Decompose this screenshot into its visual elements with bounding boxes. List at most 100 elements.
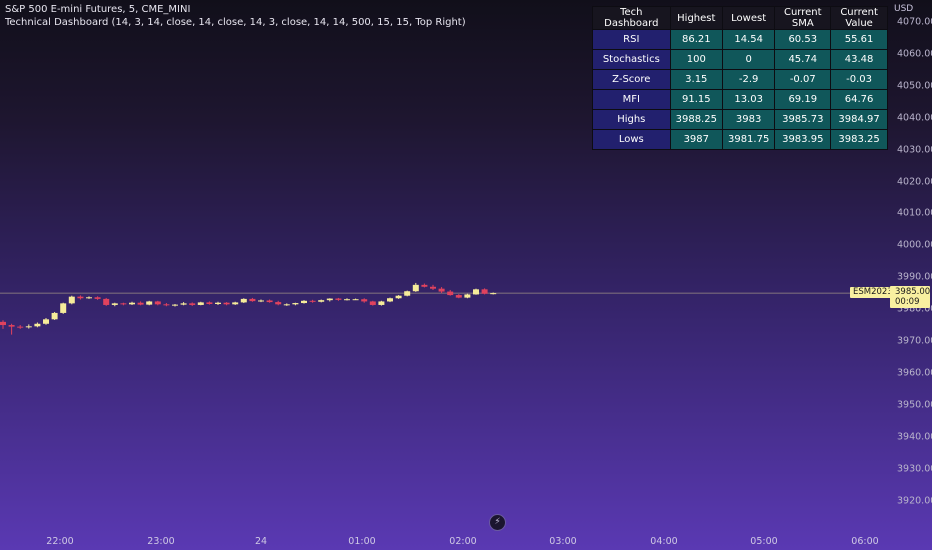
cell-lowest: 13.03 xyxy=(721,89,776,110)
candle xyxy=(103,297,110,306)
candle-body xyxy=(0,321,6,326)
candle xyxy=(473,288,479,295)
candle-body xyxy=(163,304,170,306)
cell-value: 64.76 xyxy=(830,89,888,110)
candle-body xyxy=(275,302,282,305)
symbol-legend[interactable]: S&P 500 E-mini Futures, 5, CME_MINI xyxy=(5,4,190,15)
candle-body xyxy=(395,295,402,299)
cell-sma: 3983.95 xyxy=(774,129,832,150)
time-axis-label: 04:00 xyxy=(650,536,678,547)
candle xyxy=(154,300,161,306)
candle-body xyxy=(412,284,419,292)
header-tech-dashboard: Tech Dashboard xyxy=(592,6,671,30)
candle-body xyxy=(129,302,135,305)
cell-value: -0.03 xyxy=(830,69,888,90)
candle-body xyxy=(326,298,333,301)
price-axis-label: 3930.00 xyxy=(897,463,932,475)
candle xyxy=(17,325,24,329)
candle-body xyxy=(369,301,376,305)
candle-body xyxy=(352,299,359,301)
candle-body xyxy=(215,302,221,304)
candle xyxy=(163,303,170,307)
candle-body xyxy=(77,296,84,299)
candle-body xyxy=(292,303,299,305)
price-axis-label: 3940.00 xyxy=(897,431,932,443)
price-axis[interactable]: USD 4070.00 4060.00 4050.00 4040.00 4030.00 4… xyxy=(888,0,932,528)
candle-body xyxy=(180,303,187,305)
cell-sma: 45.74 xyxy=(774,49,832,70)
candle xyxy=(326,298,333,302)
header-lowest: Lowest xyxy=(721,6,776,30)
candle xyxy=(51,311,58,320)
candle-body xyxy=(197,302,204,305)
time-axis[interactable]: 22:00 23:00 24 01:00 02:00 03:00 04:00 05:00 06:… xyxy=(0,528,888,550)
candle xyxy=(481,288,488,295)
candle xyxy=(292,302,299,306)
cell-lowest: 14.54 xyxy=(721,29,776,50)
candle xyxy=(266,299,273,303)
candle xyxy=(172,303,178,307)
dashboard-row-z-score: Z-Score 3.15 -2.9 -0.07 -0.03 xyxy=(592,69,888,90)
candle-body xyxy=(154,301,161,305)
candle xyxy=(309,299,316,303)
cell-sma: 69.19 xyxy=(774,89,832,110)
time-axis-label: 06:00 xyxy=(851,536,879,547)
candle xyxy=(490,292,497,295)
header-highest: Highest xyxy=(669,6,723,30)
candle-body xyxy=(335,298,342,300)
row-label: Lows xyxy=(592,129,671,150)
candle xyxy=(137,301,144,306)
candle xyxy=(146,300,153,306)
candle-body xyxy=(318,300,325,302)
candle xyxy=(412,282,419,292)
candle xyxy=(68,295,75,305)
price-axis-label: 4040.00 xyxy=(897,112,932,124)
cell-highest: 3.15 xyxy=(669,69,723,90)
indicator-legend[interactable]: Technical Dashboard (14, 3, 14, close, 1… xyxy=(5,17,466,28)
candle-body xyxy=(232,302,239,305)
cell-value: 3983.25 xyxy=(830,129,888,150)
candle xyxy=(8,323,15,335)
dashboard-row-stochastics: Stochastics 100 0 45.74 43.48 xyxy=(592,49,888,70)
row-label: MFI xyxy=(592,89,671,110)
candle xyxy=(258,299,264,303)
candle-body xyxy=(103,298,110,305)
candle-body xyxy=(447,291,454,296)
time-axis-label: 23:00 xyxy=(147,536,175,547)
candle xyxy=(94,296,101,300)
candle-body xyxy=(473,289,479,295)
candle xyxy=(361,298,368,303)
candle-body xyxy=(464,294,471,298)
row-label: RSI xyxy=(592,29,671,50)
candle xyxy=(275,300,282,306)
dashboard-row-mfi: MFI 91.15 13.03 69.19 64.76 xyxy=(592,89,888,110)
candle xyxy=(43,318,49,325)
time-axis-label: 01:00 xyxy=(348,536,376,547)
candle xyxy=(77,295,84,300)
candle-body xyxy=(240,298,247,303)
candle xyxy=(206,301,213,305)
candle-body xyxy=(361,299,368,302)
candle-body xyxy=(86,297,92,299)
candle xyxy=(438,287,445,294)
candle xyxy=(387,297,393,303)
candle-body xyxy=(283,304,290,306)
row-label: Z-Score xyxy=(592,69,671,90)
current-price-tag: 3985.00 00:09 xyxy=(890,286,930,308)
candle-body xyxy=(111,303,118,305)
cell-highest: 86.21 xyxy=(669,29,723,50)
candle-body xyxy=(387,298,393,302)
time-axis-label: 02:00 xyxy=(449,536,477,547)
price-axis-label: 3960.00 xyxy=(897,367,932,379)
chart-area[interactable]: S&P 500 E-mini Futures, 5, CME_MINI Tech… xyxy=(0,0,896,531)
candle xyxy=(215,301,221,305)
candle-body xyxy=(137,302,144,305)
cell-highest: 3987 xyxy=(669,129,723,150)
price-axis-label: 4070.00 xyxy=(897,16,932,28)
candle xyxy=(344,298,350,301)
candle xyxy=(283,303,290,306)
cell-lowest: 3983 xyxy=(721,109,776,130)
price-axis-label: 4000.00 xyxy=(897,239,932,251)
candle xyxy=(0,320,6,329)
dashboard-row-rsi: RSI 86.21 14.54 60.53 55.61 xyxy=(592,29,888,50)
